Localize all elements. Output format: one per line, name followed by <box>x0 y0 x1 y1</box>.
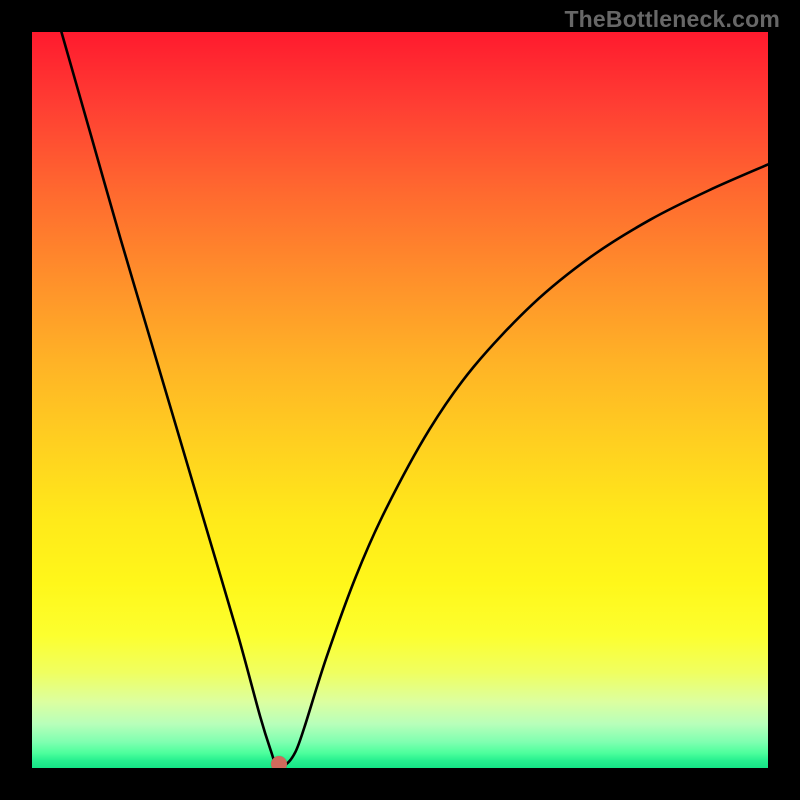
optimum-marker <box>271 756 287 768</box>
watermark-text: TheBottleneck.com <box>564 6 780 33</box>
chart-frame: TheBottleneck.com <box>0 0 800 800</box>
bottleneck-curve <box>32 32 768 768</box>
plot-area <box>32 32 768 768</box>
